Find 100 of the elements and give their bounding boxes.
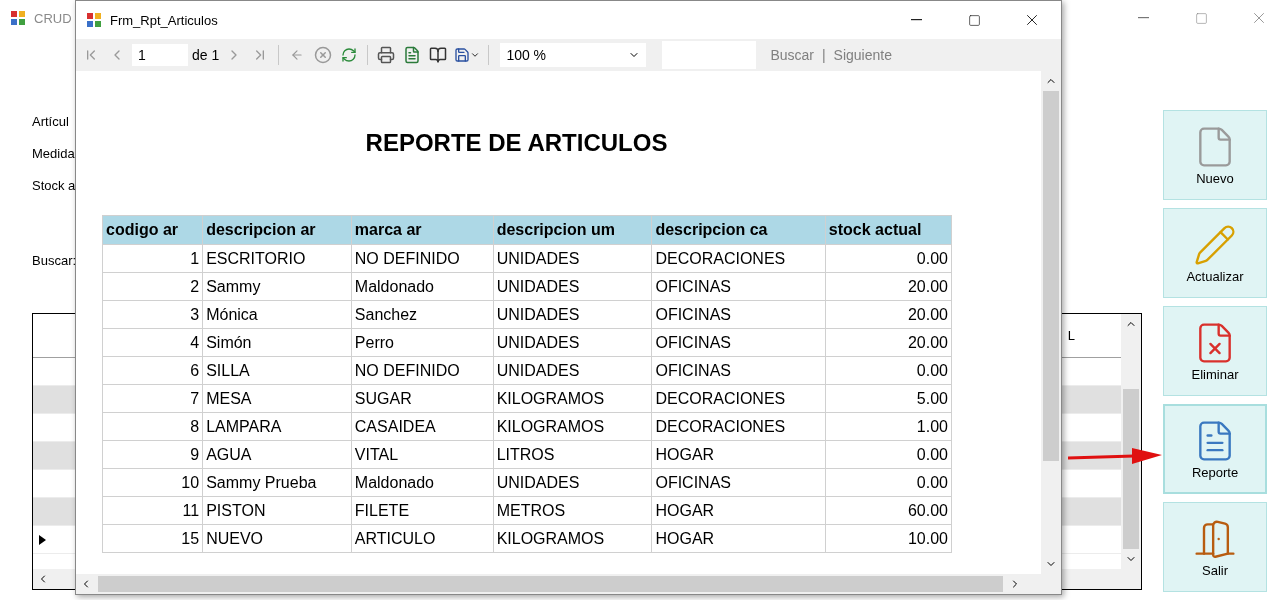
table-cell: OFICINAS <box>651 272 826 301</box>
table-cell: UNIDADES <box>493 468 652 497</box>
table-cell: Sanchez <box>351 300 494 329</box>
table-cell: ARTICULO <box>351 524 494 553</box>
table-cell: PISTON <box>202 496 352 525</box>
table-cell: SUGAR <box>351 384 494 413</box>
horizontal-scrollbar[interactable] <box>76 574 1041 594</box>
table-cell: ESCRITORIO <box>202 244 352 273</box>
table-cell: 10.00 <box>825 524 952 553</box>
zoom-dropdown[interactable]: 100 % <box>500 43 647 67</box>
table-cell: 3 <box>102 300 203 329</box>
stop-icon <box>314 46 333 64</box>
page-icon <box>403 46 422 64</box>
page-total: 1 <box>211 47 220 63</box>
table-cell: OFICINAS <box>651 356 826 385</box>
printer-icon <box>377 46 396 64</box>
table-cell: OFICINAS <box>651 468 826 497</box>
field-label: Stock a <box>32 178 76 194</box>
table-cell: 15 <box>102 524 203 553</box>
field-label: Artícul <box>32 114 69 130</box>
table-cell: METROS <box>493 496 652 525</box>
table-cell: NUEVO <box>202 524 352 553</box>
column-header: marca ar <box>351 215 494 245</box>
caret-icon <box>470 50 481 60</box>
table-cell: Maldonado <box>351 272 494 301</box>
table-cell: Simón <box>202 328 352 357</box>
action-button[interactable]: Nuevo <box>1163 110 1267 200</box>
window-title: Frm_Rpt_Articulos <box>110 12 218 28</box>
book-icon <box>429 46 448 64</box>
refresh-icon <box>341 47 358 63</box>
column-header: codigo ar <box>102 215 203 245</box>
table-cell: 4 <box>102 328 203 357</box>
table-cell: 8 <box>102 412 203 441</box>
table-cell: 10 <box>102 468 203 497</box>
report-title: REPORTE DE ARTICULOS <box>365 129 668 157</box>
vertical-scrollbar[interactable] <box>1121 314 1141 569</box>
table-cell: VITAL <box>351 440 494 469</box>
table-cell: 2 <box>102 272 203 301</box>
table-cell: DECORACIONES <box>651 412 826 441</box>
column-header: descripcion um <box>493 215 652 245</box>
table-cell: LITROS <box>493 440 652 469</box>
table-cell: 20.00 <box>825 328 952 357</box>
table-cell: 1 <box>102 244 203 273</box>
table-cell: 20.00 <box>825 272 952 301</box>
action-button[interactable]: Salir <box>1163 502 1267 592</box>
table-cell: UNIDADES <box>493 244 652 273</box>
table-cell: 20.00 <box>825 300 952 329</box>
table-cell: DECORACIONES <box>651 244 826 273</box>
window-title: CRUD <box>34 10 72 26</box>
column-header: stock actual <box>825 215 952 245</box>
row-pointer-icon <box>39 534 46 545</box>
table-cell: HOGAR <box>651 524 826 553</box>
table-cell: 1.00 <box>825 412 952 441</box>
table-cell: CASAIDEA <box>351 412 494 441</box>
table-cell: Perro <box>351 328 494 357</box>
column-header: descripcion ca <box>651 215 826 245</box>
page-of-label: de <box>192 47 208 63</box>
table-cell: 0.00 <box>825 440 952 469</box>
action-button[interactable]: Eliminar <box>1163 306 1267 396</box>
table-cell: Mónica <box>202 300 352 329</box>
search-label: Buscar: <box>32 253 77 269</box>
horizontal-scrollbar[interactable] <box>1061 569 1121 589</box>
table-cell: UNIDADES <box>493 328 652 357</box>
table-cell: KILOGRAMOS <box>493 524 652 553</box>
column-header: L <box>1067 328 1075 343</box>
table-cell: HOGAR <box>651 440 826 469</box>
table-cell: 7 <box>102 384 203 413</box>
table-cell: 6 <box>102 356 203 385</box>
table-cell: 60.00 <box>825 496 952 525</box>
table-cell: MESA <box>202 384 352 413</box>
field-label: Medida <box>32 146 75 162</box>
table-cell: OFICINAS <box>651 328 826 357</box>
separator-text: | <box>821 47 826 63</box>
maximize-icon <box>1194 11 1208 25</box>
table-cell: SILLA <box>202 356 352 385</box>
table-cell: 9 <box>102 440 203 469</box>
table-cell: FILETE <box>351 496 494 525</box>
table-cell: UNIDADES <box>493 272 652 301</box>
table-cell: NO DEFINIDO <box>351 244 494 273</box>
action-button[interactable]: Reporte <box>1163 404 1267 494</box>
app-icon <box>10 10 26 26</box>
scroll-left-button[interactable] <box>33 569 75 589</box>
table-cell: DECORACIONES <box>651 384 826 413</box>
table-cell: 11 <box>102 496 203 525</box>
action-button[interactable]: Actualizar <box>1163 208 1267 298</box>
table-cell: KILOGRAMOS <box>493 412 652 441</box>
maximize-icon <box>967 13 981 27</box>
table-cell: OFICINAS <box>651 300 826 329</box>
table-cell: Sammy <box>202 272 352 301</box>
back-arrow-icon <box>290 48 305 62</box>
table-cell: UNIDADES <box>493 300 652 329</box>
table-cell: HOGAR <box>651 496 826 525</box>
minimize-icon <box>910 19 922 21</box>
table-cell: 0.00 <box>825 356 952 385</box>
table-cell: 0.00 <box>825 244 952 273</box>
page-field[interactable]: 1 <box>132 44 188 66</box>
table-cell: 5.00 <box>825 384 952 413</box>
app-icon <box>86 12 102 28</box>
table-cell: KILOGRAMOS <box>493 384 652 413</box>
minimize-icon <box>1137 17 1149 19</box>
